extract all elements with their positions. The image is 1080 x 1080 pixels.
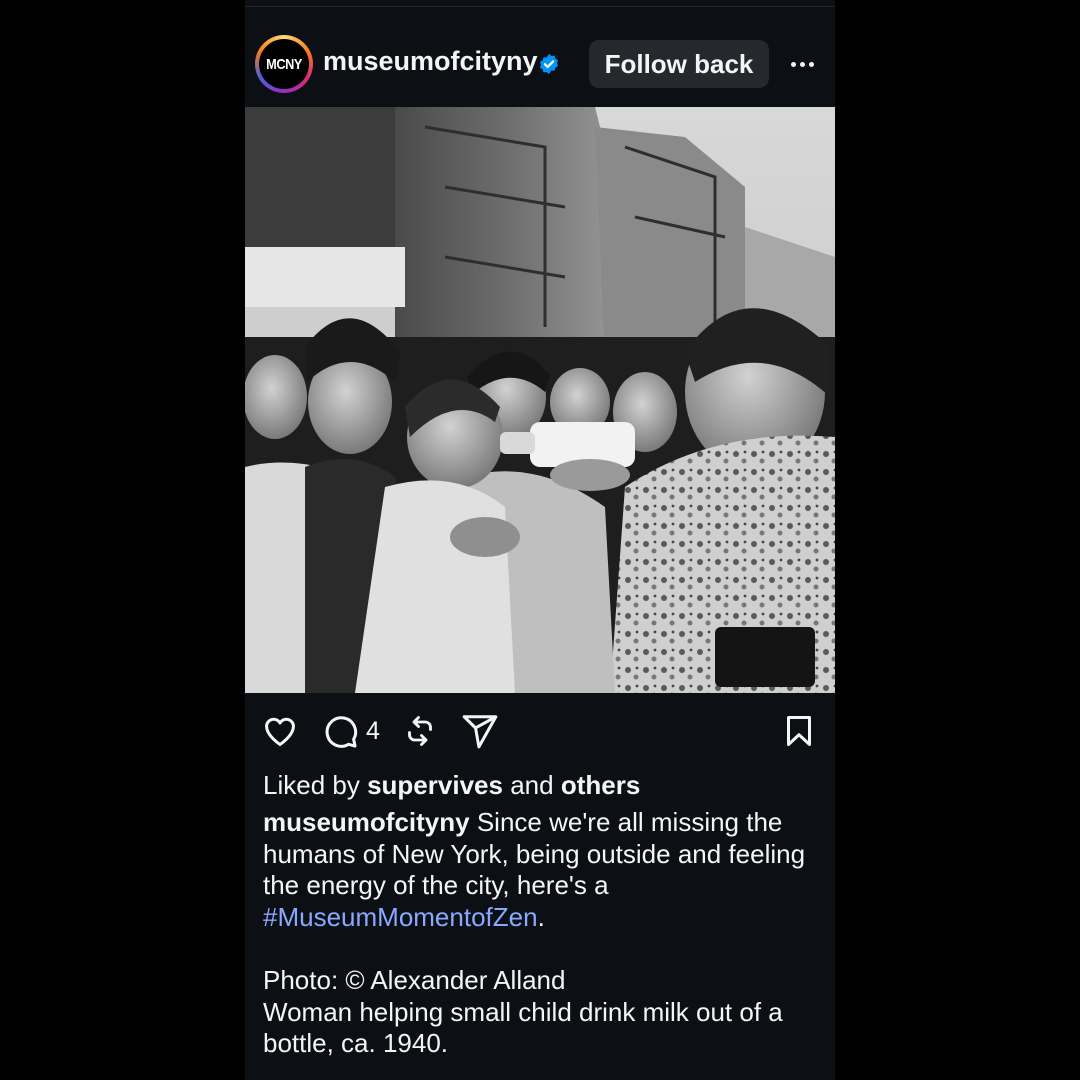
liked-by-user-link[interactable]: supervives xyxy=(367,770,503,800)
likes-and: and xyxy=(510,770,554,800)
share-send-icon[interactable] xyxy=(461,712,499,750)
caption: museumofcityny Since we're all missing t… xyxy=(263,807,823,1060)
divider xyxy=(245,6,835,7)
repost-icon[interactable] xyxy=(402,712,438,750)
hashtag-link[interactable]: #MuseumMomentofZen xyxy=(263,902,538,932)
save-bookmark-icon[interactable] xyxy=(781,712,817,750)
follow-back-button[interactable]: Follow back xyxy=(589,40,769,88)
likes-line: Liked by supervives and others xyxy=(263,770,640,801)
likes-others-link[interactable]: others xyxy=(561,770,640,800)
likes-prefix: Liked by xyxy=(263,770,360,800)
comment-count: 4 xyxy=(366,717,380,745)
photo-description: Woman helping small child drink milk out… xyxy=(263,996,783,1059)
avatar[interactable]: MCNY xyxy=(255,35,313,93)
avatar-text: MCNY xyxy=(266,55,302,73)
more-options-icon[interactable] xyxy=(785,49,819,79)
caption-username[interactable]: museumofcityny xyxy=(263,807,470,837)
photo-credit: Photo: © Alexander Alland xyxy=(263,965,566,995)
comment-icon[interactable] xyxy=(321,712,359,750)
caption-period: . xyxy=(537,901,545,932)
verified-badge-icon xyxy=(539,53,559,75)
like-heart-icon[interactable] xyxy=(261,712,299,750)
photo-illustration xyxy=(245,107,835,693)
avatar-logo: MCNY xyxy=(259,39,309,89)
post-image[interactable] xyxy=(245,107,835,693)
instagram-post: MCNY museumofcityny Follow back 4 Liked … xyxy=(245,0,835,1080)
post-header: MCNY museumofcityny Follow back xyxy=(245,33,835,95)
username[interactable]: museumofcityny xyxy=(323,46,538,77)
action-bar: 4 xyxy=(245,710,835,754)
